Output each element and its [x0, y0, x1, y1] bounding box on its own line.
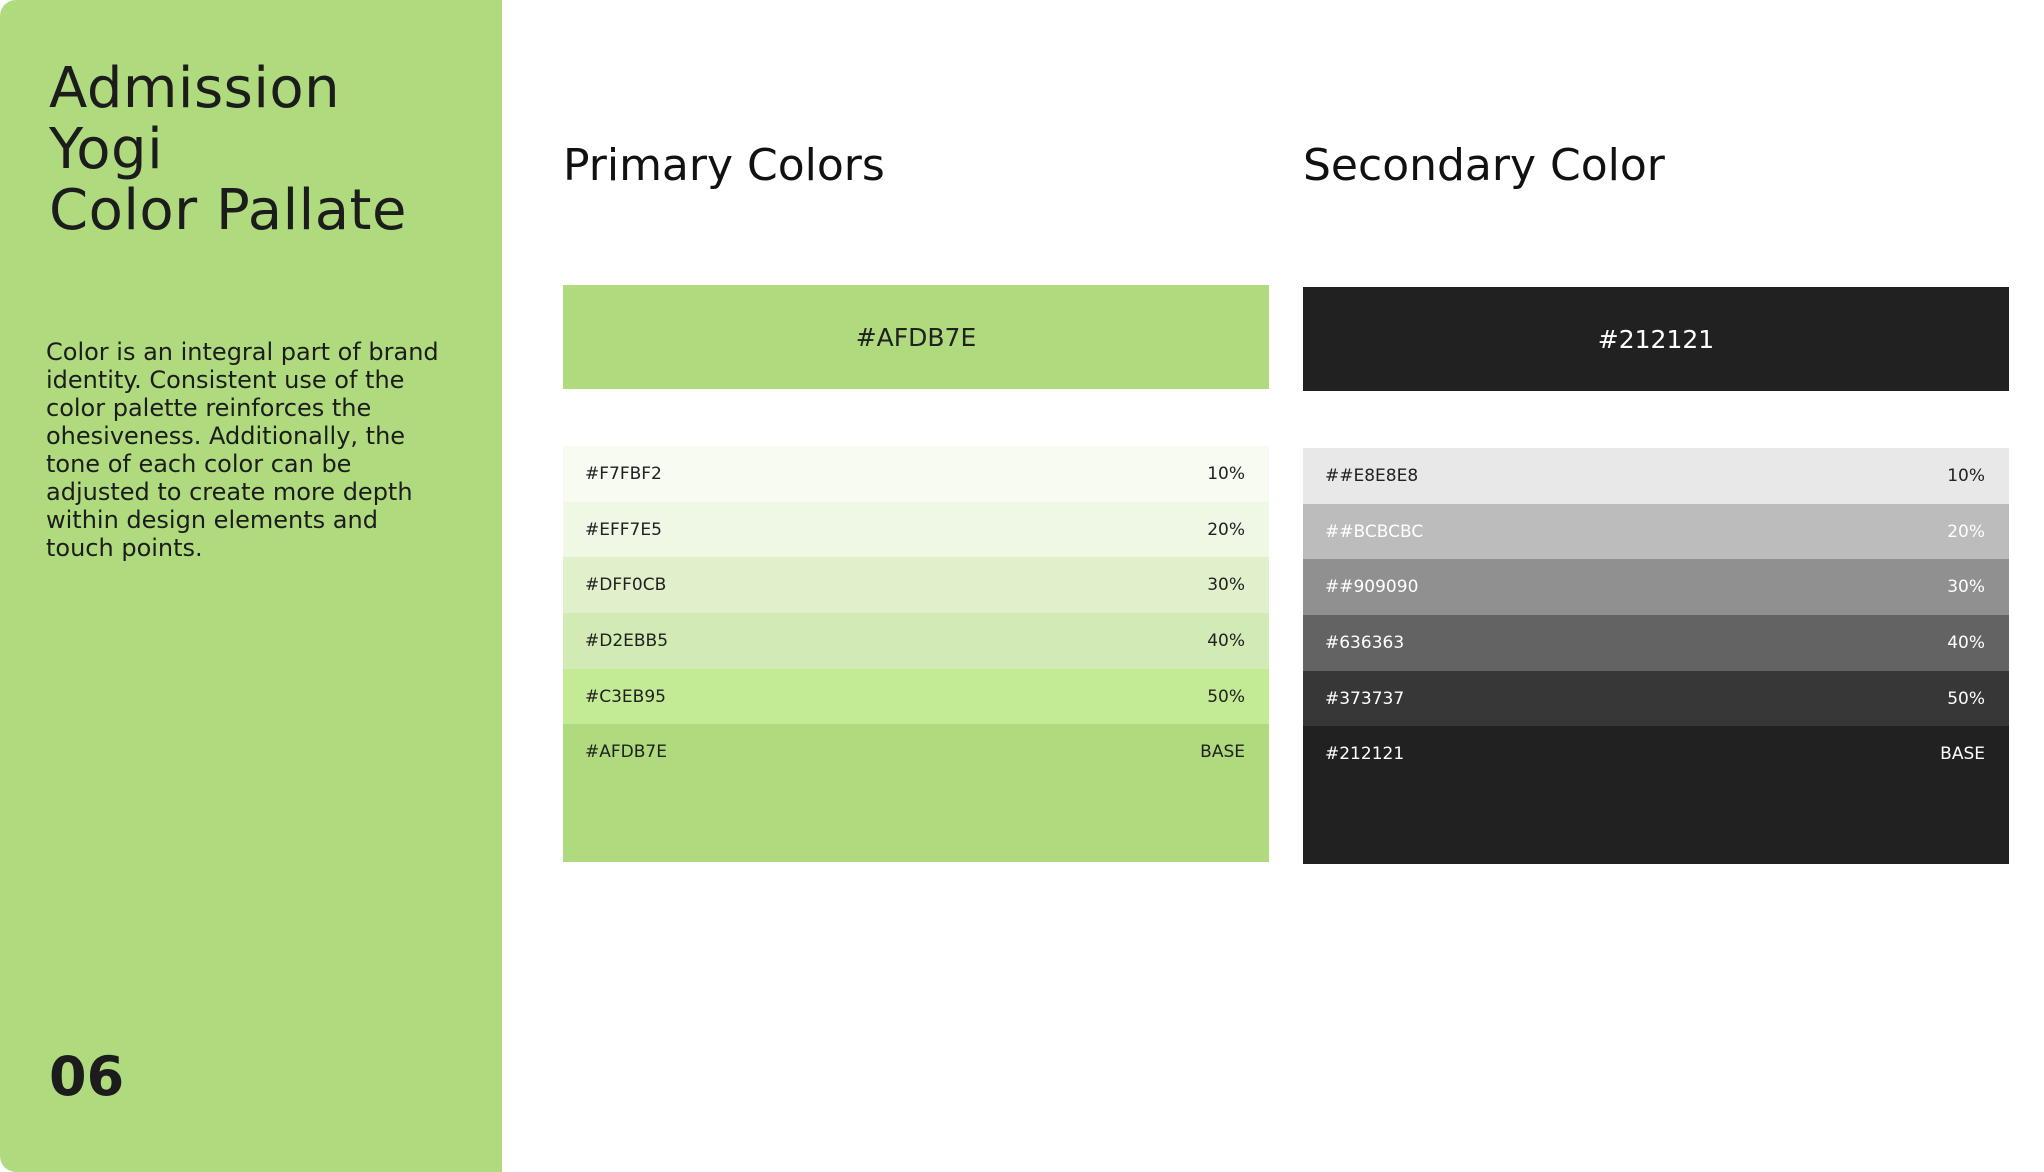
primary-scale-row: #F7FBF2 10% — [563, 446, 1269, 502]
primary-scale-row: #DFF0CB 30% — [563, 557, 1269, 614]
tint-percent-label: 50% — [1207, 686, 1245, 707]
primary-tint-scale: #F7FBF2 10% #EFF7E5 20% #DFF0CB 30% #D2EBB5 40%… — [563, 446, 1269, 863]
hex-code-label: ##BCBCBC — [1325, 521, 1424, 542]
hex-code-label: ##909090 — [1325, 577, 1419, 598]
primary-scale-row: #EFF7E5 20% — [563, 501, 1269, 558]
hex-code-label: #DFF0CB — [585, 575, 667, 596]
secondary-main-swatch-label: #212121 — [1597, 324, 1715, 354]
description-text: Color is an integral part of brand ident… — [46, 338, 439, 562]
tint-percent-label: 40% — [1207, 630, 1245, 651]
tint-percent-label: 30% — [1207, 575, 1245, 596]
primary-main-swatch-label: #AFDB7E — [855, 322, 977, 352]
tint-percent-label: 20% — [1207, 519, 1245, 540]
slide-title: Admission Yogi Color Pallate — [49, 58, 489, 241]
secondary-scale-row: ##E8E8E8 10% — [1303, 448, 2009, 504]
tint-percent-label: 10% — [1207, 463, 1245, 484]
title-line: Color Pallate — [49, 178, 407, 243]
hex-code-label: ##E8E8E8 — [1325, 465, 1419, 486]
hex-code-label: #F7FBF2 — [585, 463, 662, 484]
tint-percent-label: BASE — [1200, 742, 1245, 763]
hex-code-label: #212121 — [1325, 744, 1405, 765]
primary-colors-heading: Primary Colors — [563, 140, 885, 191]
page-number: 06 — [49, 1045, 125, 1108]
secondary-scale-row: ##BCBCBC 20% — [1303, 503, 2009, 560]
primary-main-swatch: #AFDB7E — [563, 285, 1269, 389]
title-line: Admission — [49, 56, 341, 121]
hex-code-label: #EFF7E5 — [585, 519, 662, 540]
tint-percent-label: 30% — [1947, 577, 1985, 598]
primary-scale-row: #D2EBB5 40% — [563, 613, 1269, 669]
hex-code-label: #636363 — [1325, 632, 1405, 653]
tint-percent-label: 10% — [1947, 465, 1985, 486]
title-line: Yogi — [49, 117, 164, 182]
hex-code-label: #C3EB95 — [585, 686, 666, 707]
hex-code-label: #D2EBB5 — [585, 630, 669, 651]
tint-percent-label: BASE — [1940, 744, 1985, 765]
secondary-tint-scale: ##E8E8E8 10% ##BCBCBC 20% ##909090 30% #636363… — [1303, 448, 2009, 865]
secondary-scale-row: ##909090 30% — [1303, 559, 2009, 616]
slide: Admission Yogi Color Pallate Color is an… — [0, 0, 2044, 1172]
tint-percent-label: 20% — [1947, 521, 1985, 542]
secondary-color-heading: Secondary Color — [1303, 140, 1665, 191]
tint-percent-label: 40% — [1947, 632, 1985, 653]
secondary-scale-row: #212121 BASE — [1303, 726, 2009, 865]
primary-scale-row: #AFDB7E BASE — [563, 724, 1269, 863]
secondary-main-swatch: #212121 — [1303, 287, 2009, 391]
secondary-scale-row: #373737 50% — [1303, 670, 2009, 727]
sidebar: Admission Yogi Color Pallate Color is an… — [0, 0, 502, 1172]
tint-percent-label: 50% — [1947, 688, 1985, 709]
primary-scale-row: #C3EB95 50% — [563, 668, 1269, 725]
hex-code-label: #373737 — [1325, 688, 1405, 709]
secondary-scale-row: #636363 40% — [1303, 615, 2009, 671]
hex-code-label: #AFDB7E — [585, 742, 667, 763]
